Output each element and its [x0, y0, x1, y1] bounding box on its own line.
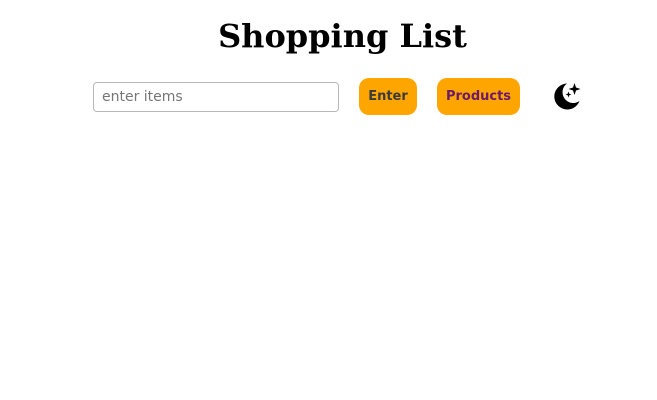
item-input[interactable]: [93, 82, 339, 112]
dark-mode-toggle[interactable]: [546, 77, 584, 115]
input-controls: Enter Products: [0, 0, 657, 400]
enter-button[interactable]: Enter: [359, 78, 417, 115]
moon-stars-icon: [554, 83, 581, 110]
products-button[interactable]: Products: [437, 78, 520, 115]
